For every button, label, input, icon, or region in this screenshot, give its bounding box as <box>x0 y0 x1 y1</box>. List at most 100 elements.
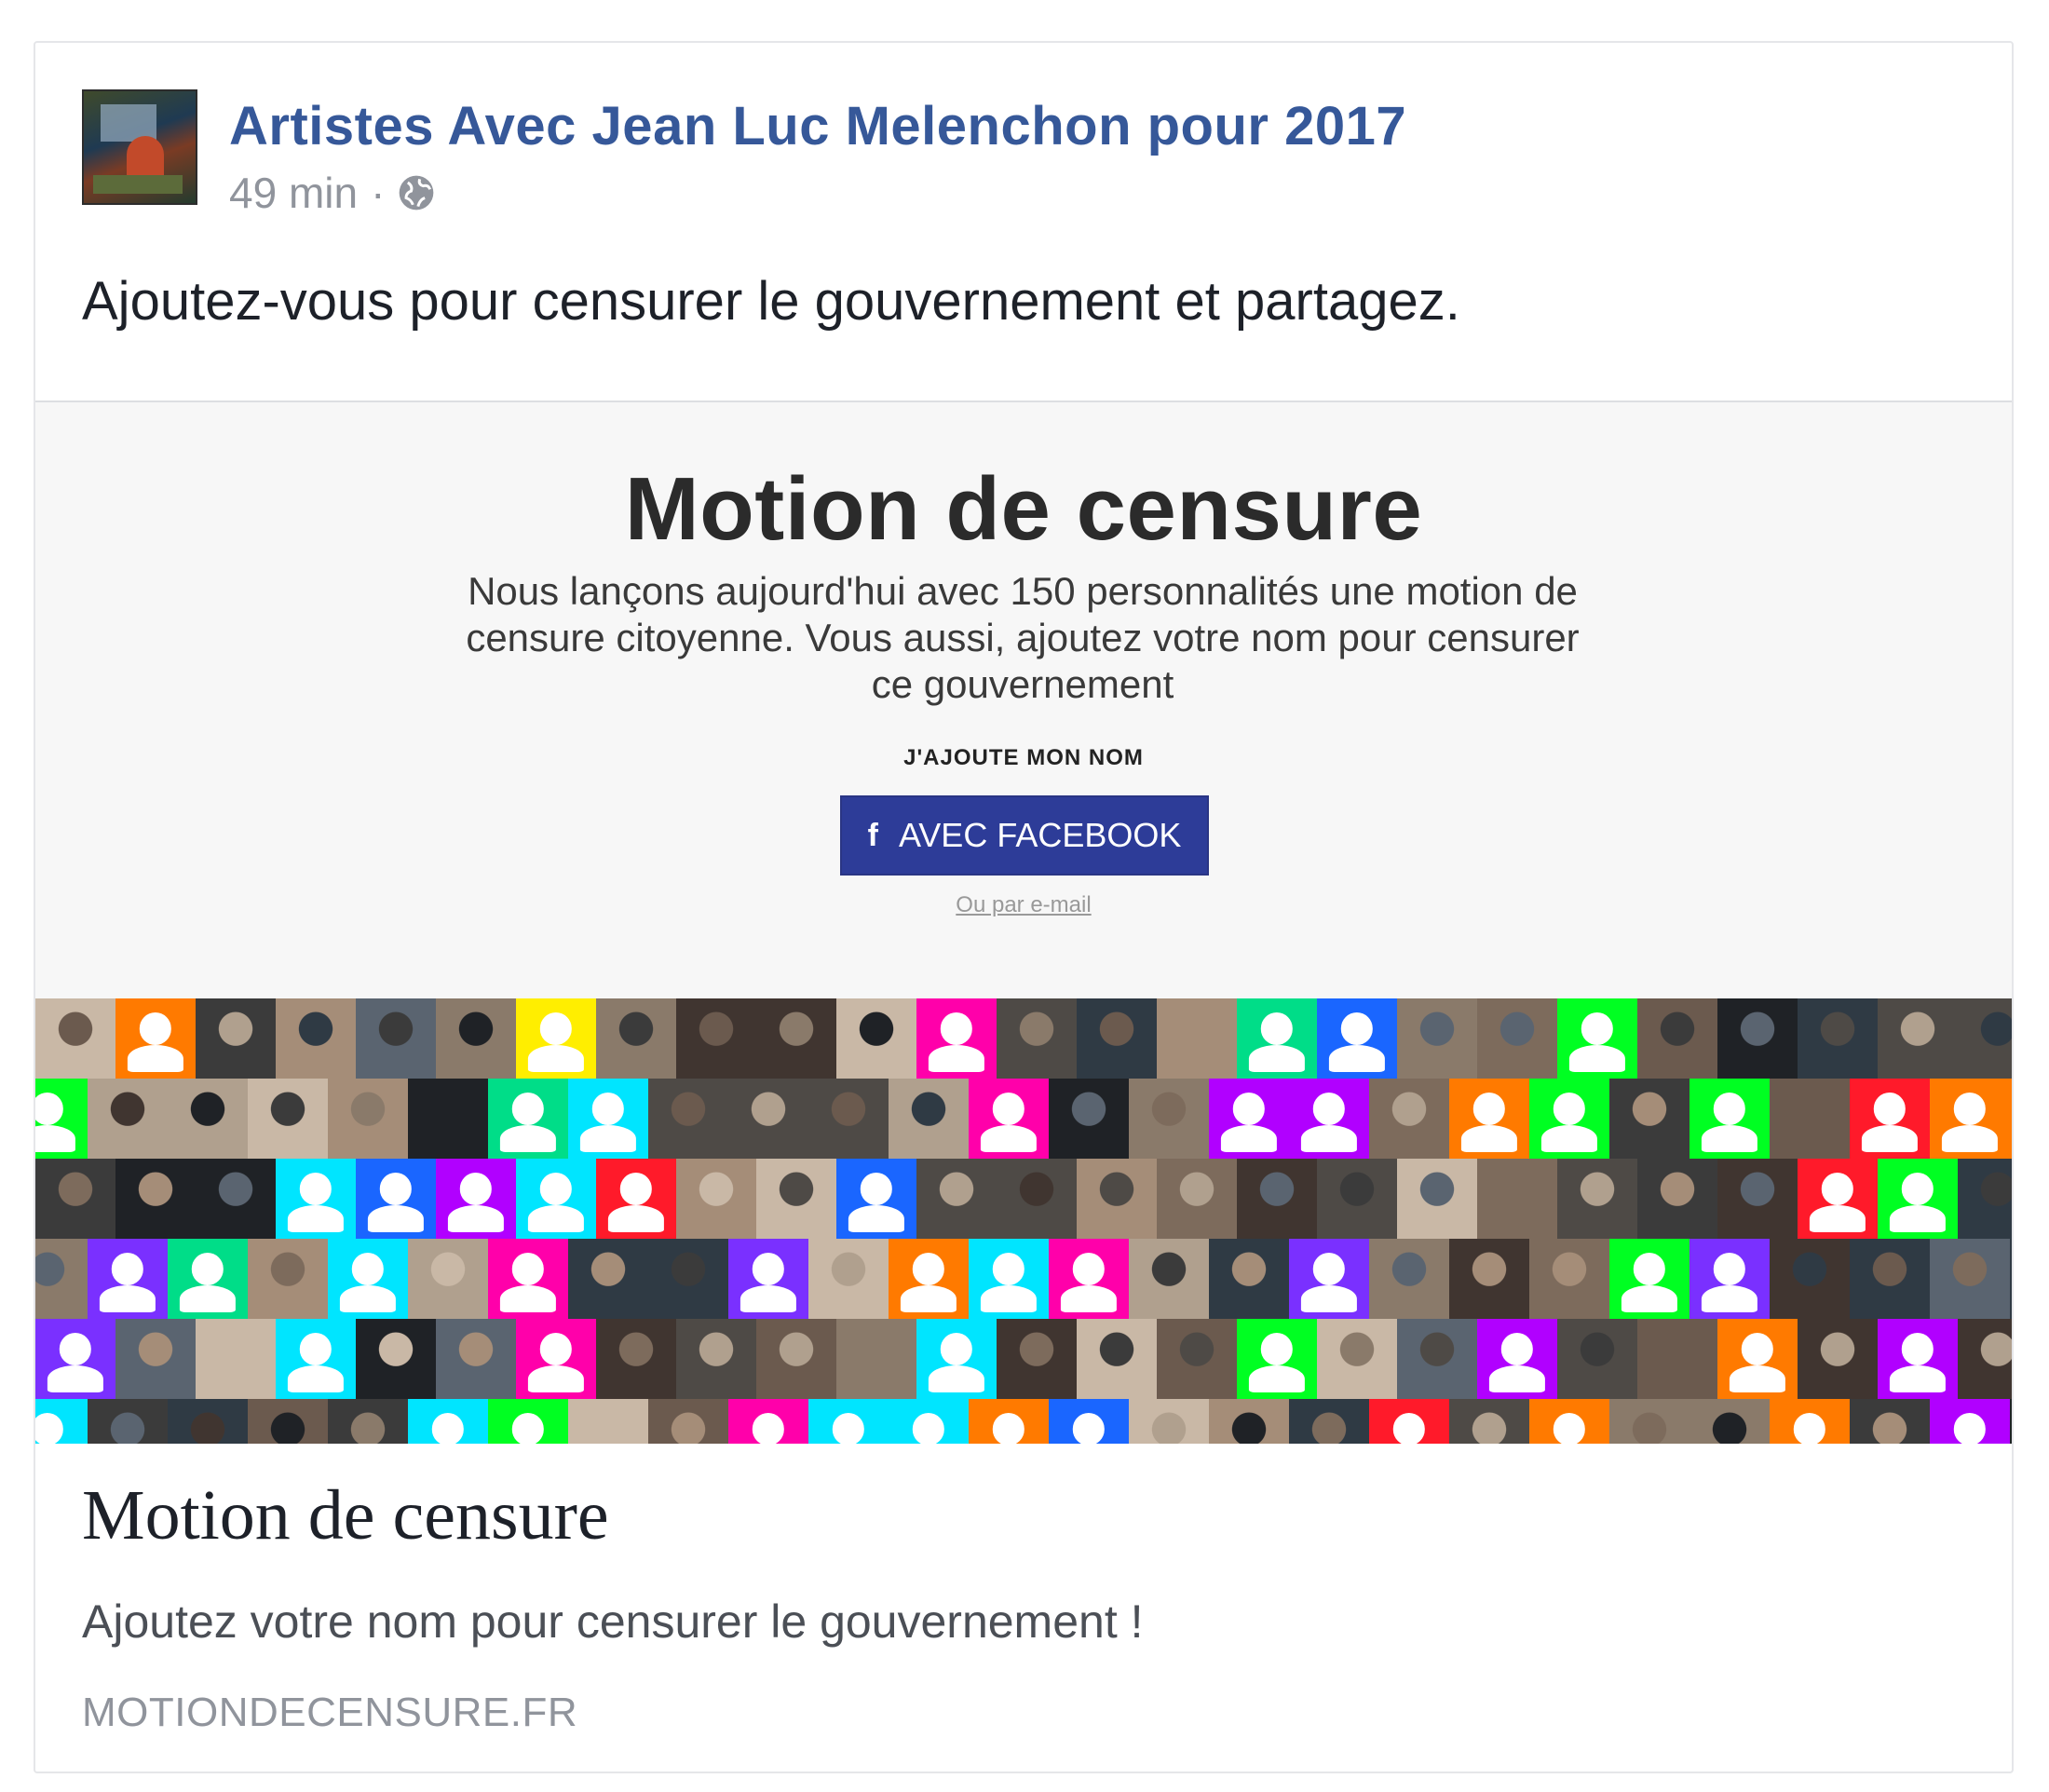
signatory-photo-tile <box>168 1399 248 1444</box>
link-preview-image[interactable]: Motion de censure Nous lançons aujourd'h… <box>35 400 2012 1444</box>
signatory-photo-tile <box>568 1399 648 1444</box>
placeholder-avatar-tile <box>916 998 997 1079</box>
signatory-photo-tile <box>196 1319 276 1399</box>
page-avatar[interactable] <box>82 89 197 205</box>
placeholder-avatar-tile <box>969 1239 1049 1319</box>
signatory-photo-tile <box>997 1159 1077 1239</box>
placeholder-avatar-tile <box>808 1399 889 1444</box>
post-card: Artistes Avec Jean Luc Melenchon pour 20… <box>34 41 2014 1773</box>
signatory-photo-tile <box>1717 1159 1798 1239</box>
signatory-photo-tile <box>328 1079 408 1159</box>
facebook-f-icon: f <box>867 817 878 853</box>
placeholder-avatar-tile <box>516 998 596 1079</box>
signatory-photo-tile <box>1557 1319 1637 1399</box>
signatory-photo-tile <box>756 1319 836 1399</box>
post-message: Ajoutez-vous pour censurer le gouverneme… <box>82 271 1460 332</box>
preview-description: Nous lançons aujourd'hui avec 150 person… <box>466 569 1580 706</box>
signatory-photo-tile <box>1129 1399 1209 1444</box>
signatory-photo-tile <box>248 1239 328 1319</box>
signatory-photo-tile <box>1878 998 1958 1079</box>
signatory-photo-tile <box>115 1319 196 1399</box>
signatory-photo-tile <box>1237 1159 1317 1239</box>
facebook-signup-button[interactable]: f AVEC FACEBOOK <box>840 795 1209 876</box>
post-timestamp[interactable]: 49 min <box>229 168 358 218</box>
signatory-photo-tile <box>1397 1319 1477 1399</box>
signatory-photo-tile <box>648 1239 728 1319</box>
signatory-photo-tile <box>836 998 916 1079</box>
placeholder-avatar-tile <box>1850 1079 1930 1159</box>
placeholder-avatar-tile <box>916 1319 997 1399</box>
signatory-photo-tile <box>1689 1399 1770 1444</box>
signatory-photo-tile <box>168 1079 248 1159</box>
signatory-photo-tile <box>248 1079 328 1159</box>
signatory-photo-tile <box>1157 998 1237 1079</box>
signatory-photo-tile <box>88 1079 168 1159</box>
placeholder-avatar-tile <box>35 1319 115 1399</box>
placeholder-avatar-tile <box>276 1159 356 1239</box>
signatory-photo-tile <box>997 1319 1077 1399</box>
signatory-photo-tile <box>1049 1079 1129 1159</box>
placeholder-avatar-tile <box>436 1159 516 1239</box>
placeholder-avatar-tile <box>1557 998 1637 1079</box>
placeholder-avatar-tile <box>1289 1239 1369 1319</box>
signatory-photo-tile <box>1770 1079 1850 1159</box>
signatory-photo-tile <box>1609 1399 1689 1444</box>
placeholder-avatar-tile <box>1930 1399 2010 1444</box>
signatory-photo-tile <box>436 998 516 1079</box>
signatory-photo-tile <box>1209 1239 1289 1319</box>
placeholder-avatar-tile <box>1609 1239 1689 1319</box>
signatory-photo-tile <box>408 1239 488 1319</box>
signatory-photo-tile <box>1209 1399 1289 1444</box>
placeholder-avatar-tile <box>1237 998 1317 1079</box>
placeholder-avatar-tile <box>1717 1319 1798 1399</box>
signatory-photo-tile <box>676 1159 756 1239</box>
placeholder-avatar-tile <box>1369 1399 1449 1444</box>
signatory-photo-tile <box>1477 998 1557 1079</box>
placeholder-avatar-tile <box>1529 1399 1609 1444</box>
signatory-photo-tile <box>196 1159 276 1239</box>
placeholder-avatar-tile <box>1237 1319 1317 1399</box>
placeholder-avatar-tile <box>1449 1079 1529 1159</box>
placeholder-avatar-tile <box>1770 1399 1850 1444</box>
signatory-photo-tile <box>276 998 356 1079</box>
placeholder-avatar-tile <box>1689 1239 1770 1319</box>
signatory-photo-tile <box>596 998 676 1079</box>
signatory-photo-tile <box>1449 1399 1529 1444</box>
placeholder-avatar-tile <box>969 1399 1049 1444</box>
signatory-photo-tile <box>1449 1239 1529 1319</box>
placeholder-avatar-tile <box>488 1239 568 1319</box>
signatory-photo-tile <box>1850 1399 1930 1444</box>
meta-separator: · <box>371 169 386 217</box>
globe-icon[interactable] <box>396 172 437 213</box>
signatory-photo-tile <box>676 1319 756 1399</box>
placeholder-avatar-tile <box>1049 1239 1129 1319</box>
placeholder-avatar-tile <box>1209 1079 1289 1159</box>
link-domain: MOTIONDECENSURE.FR <box>82 1690 578 1735</box>
page-name-link[interactable]: Artistes Avec Jean Luc Melenchon pour 20… <box>229 95 1406 157</box>
signatory-photo-tile <box>35 1239 88 1319</box>
placeholder-avatar-tile <box>1878 1319 1958 1399</box>
placeholder-avatar-tile <box>488 1079 568 1159</box>
placeholder-avatar-tile <box>276 1319 356 1399</box>
placeholder-avatar-tile <box>1529 1079 1609 1159</box>
signatory-photo-tile <box>648 1079 728 1159</box>
signatory-photo-tile <box>836 1319 916 1399</box>
link-title[interactable]: Motion de censure <box>82 1475 609 1556</box>
signatory-photo-tile <box>1958 1159 2012 1239</box>
signatories-photo-mosaic <box>35 998 2012 1444</box>
preview-cta-label: J'AJOUTE MON NOM <box>903 745 1144 770</box>
email-signup-link[interactable]: Ou par e-mail <box>35 892 2012 918</box>
placeholder-avatar-tile <box>35 1079 88 1159</box>
signatory-photo-tile <box>1397 1159 1477 1239</box>
placeholder-avatar-tile <box>596 1159 676 1239</box>
placeholder-avatar-tile <box>1049 1399 1129 1444</box>
link-description: Ajoutez votre nom pour censurer le gouve… <box>82 1595 1144 1648</box>
signatory-photo-tile <box>1077 1319 1157 1399</box>
signatory-photo-tile <box>1317 1159 1397 1239</box>
signatory-photo-tile <box>1958 998 2012 1079</box>
signatory-photo-tile <box>1557 1159 1637 1239</box>
signatory-photo-tile <box>328 1399 408 1444</box>
signatory-photo-tile <box>1077 1159 1157 1239</box>
signatory-photo-tile <box>1637 998 1717 1079</box>
signatory-photo-tile <box>1958 1319 2012 1399</box>
